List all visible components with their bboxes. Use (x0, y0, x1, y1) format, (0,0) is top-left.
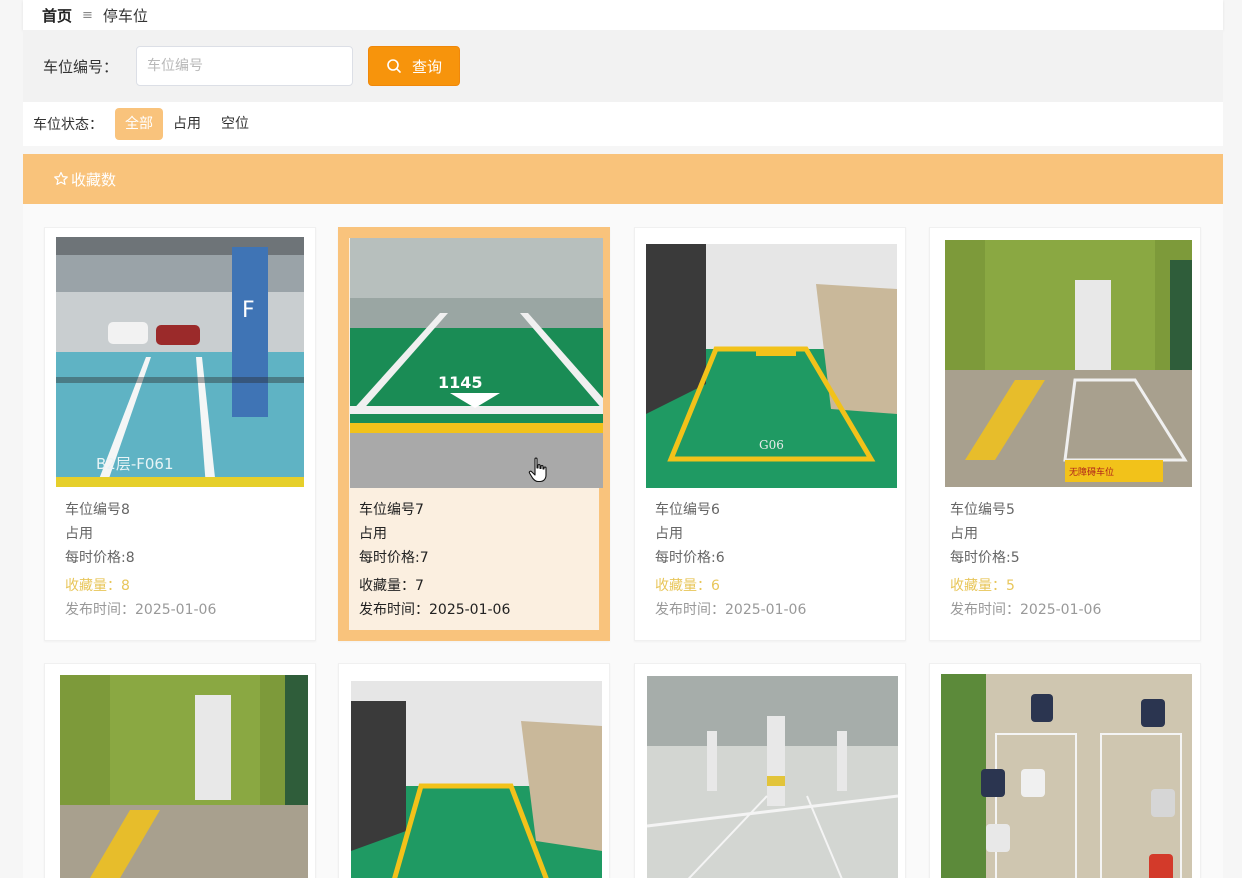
parking-photo (647, 676, 898, 878)
card-status: 占用 (65, 526, 93, 542)
parking-photo (941, 674, 1192, 878)
breadcrumb: 首页 ≡ 停车位 (23, 0, 1223, 30)
parking-photo: 1145 (350, 238, 603, 488)
card-date: 发布时间：2025-01-06 (65, 602, 217, 618)
parking-card-6[interactable]: G06 车位编号6 占用 每时价格:6 收藏量：6 发布时间：2025-01-0… (634, 227, 906, 641)
card-info: 车位编号6 占用 每时价格:6 收藏量：6 发布时间：2025-01-06 (655, 498, 806, 622)
status-filter: 车位状态： 全部 占用 空位 (23, 102, 1223, 146)
card-info: 车位编号7 占用 每时价格:7 收藏量：7 发布时间：2025-01-06 (359, 498, 510, 622)
parking-photo (351, 681, 602, 878)
section-header[interactable]: 收藏数 (23, 154, 1223, 204)
card-status: 占用 (359, 526, 387, 542)
card-favorites: 收藏量：5 (950, 578, 1015, 594)
parking-card-2[interactable] (634, 663, 906, 878)
parking-photo: G06 (646, 244, 897, 488)
parking-photo: F B2层-F061 (56, 237, 304, 487)
search-label: 车位编号： (43, 57, 119, 76)
filter-option-vacant[interactable]: 空位 (211, 108, 259, 140)
search-input[interactable] (136, 46, 354, 86)
parking-card-8[interactable]: F B2层-F061 车位编号8 占用 每时价格:8 收藏量：8 发布时间：20… (44, 227, 316, 641)
svg-text:F: F (242, 298, 255, 323)
parking-card-7[interactable]: 1145 车位编号7 占用 每时价格:7 收藏量：7 发布时间：2025-01-… (338, 227, 610, 641)
parking-card-4[interactable] (44, 663, 316, 878)
search-button-label: 查询 (412, 57, 443, 76)
card-favorites: 收藏量：6 (655, 578, 720, 594)
filter-option-all[interactable]: 全部 (115, 108, 163, 140)
card-date: 发布时间：2025-01-06 (950, 602, 1102, 618)
card-status: 占用 (655, 526, 683, 542)
card-title: 车位编号6 (655, 502, 720, 518)
card-date: 发布时间：2025-01-06 (359, 602, 511, 618)
card-favorites: 收藏量：7 (359, 578, 424, 594)
star-icon (54, 171, 68, 185)
parking-photo: 无障碍车位 (945, 240, 1192, 487)
accessible-sign-text: 无障碍车位 (1069, 466, 1114, 478)
parking-card-1[interactable] (929, 663, 1201, 878)
section-title: 收藏数 (71, 170, 117, 189)
card-info: 车位编号8 占用 每时价格:8 收藏量：8 发布时间：2025-01-06 (65, 498, 216, 622)
spot-code-text: G06 (759, 438, 784, 452)
card-price: 每时价格:6 (655, 550, 725, 566)
search-bar: 车位编号： 查询 (23, 30, 1223, 102)
card-info: 车位编号5 占用 每时价格:5 收藏量：5 发布时间：2025-01-06 (950, 498, 1101, 622)
filter-option-occupied[interactable]: 占用 (163, 108, 211, 140)
parking-card-5[interactable]: 无障碍车位 车位编号5 占用 每时价格:5 收藏量：5 发布时间：2025-01… (929, 227, 1201, 641)
card-title: 车位编号8 (65, 502, 130, 518)
card-title: 车位编号5 (950, 502, 1015, 518)
hand-cursor-icon (528, 457, 547, 483)
spot-number-text: 1145 (438, 373, 483, 392)
search-button[interactable]: 查询 (368, 46, 461, 86)
card-status: 占用 (950, 526, 978, 542)
menu-icon: ≡ (82, 7, 93, 23)
card-favorites: 收藏量：8 (65, 578, 130, 594)
card-price: 每时价格:5 (950, 550, 1020, 566)
card-title: 车位编号7 (359, 502, 424, 518)
parking-card-3[interactable] (338, 663, 610, 878)
parking-photo (60, 675, 308, 878)
card-price: 每时价格:7 (359, 550, 429, 566)
filter-label: 车位状态： (33, 117, 103, 133)
breadcrumb-current: 停车位 (102, 6, 148, 25)
card-date: 发布时间：2025-01-06 (655, 602, 807, 618)
search-icon (387, 59, 401, 73)
breadcrumb-home[interactable]: 首页 (42, 5, 72, 26)
card-price: 每时价格:8 (65, 550, 135, 566)
floor-code-text: B2层-F061 (96, 455, 174, 473)
